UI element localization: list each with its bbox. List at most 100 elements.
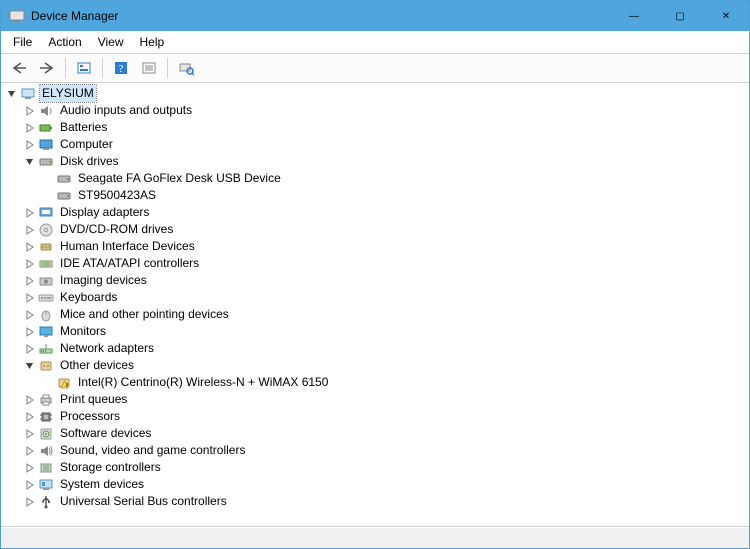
chevron-right-icon[interactable] <box>23 308 37 322</box>
chevron-down-icon[interactable] <box>23 155 37 169</box>
tree-node-batteries[interactable]: Batteries <box>1 119 749 136</box>
tree-node-ide-ata-atapi-controllers[interactable]: IDE ATA/ATAPI controllers <box>1 255 749 272</box>
svg-text:?: ? <box>119 63 124 75</box>
monitor-icon <box>38 324 54 340</box>
tree-node-label: Audio inputs and outputs <box>58 102 194 119</box>
tree-view[interactable]: ELYSIUM Audio inputs and outputs Batteri… <box>1 83 749 527</box>
cdrom-icon <box>38 222 54 238</box>
chevron-right-icon[interactable] <box>23 206 37 220</box>
chevron-right-icon[interactable] <box>23 495 37 509</box>
ide-icon <box>38 256 54 272</box>
tree-node-network-adapters[interactable]: Network adapters <box>1 340 749 357</box>
tree-node-label: Universal Serial Bus controllers <box>58 493 229 510</box>
tree-node-sound-video-and-game-controllers[interactable]: Sound, video and game controllers <box>1 442 749 459</box>
tree-node-universal-serial-bus-controllers[interactable]: Universal Serial Bus controllers <box>1 493 749 510</box>
chevron-right-icon[interactable] <box>23 461 37 475</box>
show-hidden-icon <box>76 60 92 76</box>
tree-node-computer[interactable]: Computer <box>1 136 749 153</box>
minimize-button[interactable]: — <box>611 1 657 31</box>
toolbar-help-button[interactable]: ? <box>109 56 133 80</box>
toolbar-show-hidden-button[interactable] <box>72 56 96 80</box>
chevron-right-icon[interactable] <box>23 325 37 339</box>
chevron-right-icon[interactable] <box>23 291 37 305</box>
chevron-right-icon[interactable] <box>23 444 37 458</box>
disk-icon <box>56 188 72 204</box>
toolbar-back-button[interactable] <box>7 56 31 80</box>
chevron-down-icon[interactable] <box>23 359 37 373</box>
toolbar-separator <box>102 58 103 78</box>
chevron-right-icon[interactable] <box>23 138 37 152</box>
help-icon: ? <box>113 60 129 76</box>
tree-node-label: ELYSIUM <box>40 85 96 102</box>
toolbar-forward-button[interactable] <box>35 56 59 80</box>
toolbar-separator <box>65 58 66 78</box>
chevron-right-icon[interactable] <box>23 427 37 441</box>
chevron-right-icon[interactable] <box>23 223 37 237</box>
menu-help[interactable]: Help <box>132 34 173 50</box>
tree-node-dvd-cd-rom-drives[interactable]: DVD/CD-ROM drives <box>1 221 749 238</box>
tree-node-other-devices[interactable]: Other devices <box>1 357 749 374</box>
tree-node-label: Mice and other pointing devices <box>58 306 231 323</box>
forward-arrow-icon <box>39 61 55 75</box>
scan-icon <box>178 60 194 76</box>
titlebar: Device Manager — ▢ ✕ <box>1 1 749 31</box>
computer-node-icon <box>38 137 54 153</box>
keyboard-icon <box>38 290 54 306</box>
tree-node-label: Human Interface Devices <box>58 238 197 255</box>
computer-icon <box>20 86 36 102</box>
tree-node-imaging-devices[interactable]: Imaging devices <box>1 272 749 289</box>
tree-node-label: Seagate FA GoFlex Desk USB Device <box>76 170 283 187</box>
tree-node-keyboards[interactable]: Keyboards <box>1 289 749 306</box>
tree-node-seagate-fa-goflex-desk-usb-device[interactable]: Seagate FA GoFlex Desk USB Device <box>1 170 749 187</box>
software-icon <box>38 426 54 442</box>
chevron-down-icon[interactable] <box>5 87 19 101</box>
tree-node-system-devices[interactable]: System devices <box>1 476 749 493</box>
tree-node-disk-drives[interactable]: Disk drives <box>1 153 749 170</box>
toolbar-properties-button[interactable] <box>137 56 161 80</box>
tree-node-label: IDE ATA/ATAPI controllers <box>58 255 201 272</box>
tree-node-label: System devices <box>58 476 146 493</box>
menu-view[interactable]: View <box>90 34 132 50</box>
tree-node-display-adapters[interactable]: Display adapters <box>1 204 749 221</box>
chevron-right-icon[interactable] <box>23 121 37 135</box>
close-button[interactable]: ✕ <box>703 1 749 31</box>
warning-icon: ! <box>56 375 72 391</box>
storage-icon <box>38 460 54 476</box>
maximize-icon: ▢ <box>675 11 684 22</box>
chevron-right-icon[interactable] <box>23 342 37 356</box>
tree-node-audio-inputs-and-outputs[interactable]: Audio inputs and outputs <box>1 102 749 119</box>
chevron-right-icon[interactable] <box>23 410 37 424</box>
chevron-right-icon[interactable] <box>23 274 37 288</box>
window-title: Device Manager <box>31 9 118 23</box>
tree-node-monitors[interactable]: Monitors <box>1 323 749 340</box>
tree-node-label: Batteries <box>58 119 109 136</box>
toolbar-scan-button[interactable] <box>174 56 198 80</box>
chevron-right-icon[interactable] <box>23 478 37 492</box>
audio-icon <box>38 103 54 119</box>
tree-node-intel-r-centrino-r-wireless-n-wimax-6150[interactable]: ! Intel(R) Centrino(R) Wireless-N + WiMA… <box>1 374 749 391</box>
toolbar-separator <box>167 58 168 78</box>
statusbar <box>1 527 749 548</box>
tree-node-storage-controllers[interactable]: Storage controllers <box>1 459 749 476</box>
chevron-right-icon[interactable] <box>23 257 37 271</box>
tree-node-print-queues[interactable]: Print queues <box>1 391 749 408</box>
tree-node-label: Sound, video and game controllers <box>58 442 247 459</box>
menu-action[interactable]: Action <box>40 34 89 50</box>
tree-node-processors[interactable]: Processors <box>1 408 749 425</box>
tree-node-software-devices[interactable]: Software devices <box>1 425 749 442</box>
tree-node-mice-and-other-pointing-devices[interactable]: Mice and other pointing devices <box>1 306 749 323</box>
disk-icon <box>56 171 72 187</box>
maximize-button[interactable]: ▢ <box>657 1 703 31</box>
menu-file[interactable]: File <box>5 34 40 50</box>
tree-node-label: Network adapters <box>58 340 156 357</box>
chevron-right-icon[interactable] <box>23 104 37 118</box>
tree-node-human-interface-devices[interactable]: Human Interface Devices <box>1 238 749 255</box>
cpu-icon <box>38 409 54 425</box>
chevron-right-icon[interactable] <box>23 240 37 254</box>
chevron-spacer <box>41 376 55 390</box>
app-icon <box>9 8 25 24</box>
chevron-right-icon[interactable] <box>23 393 37 407</box>
tree-node-elysium[interactable]: ELYSIUM <box>1 85 749 102</box>
usb-icon <box>38 494 54 510</box>
tree-node-st9500423as[interactable]: ST9500423AS <box>1 187 749 204</box>
